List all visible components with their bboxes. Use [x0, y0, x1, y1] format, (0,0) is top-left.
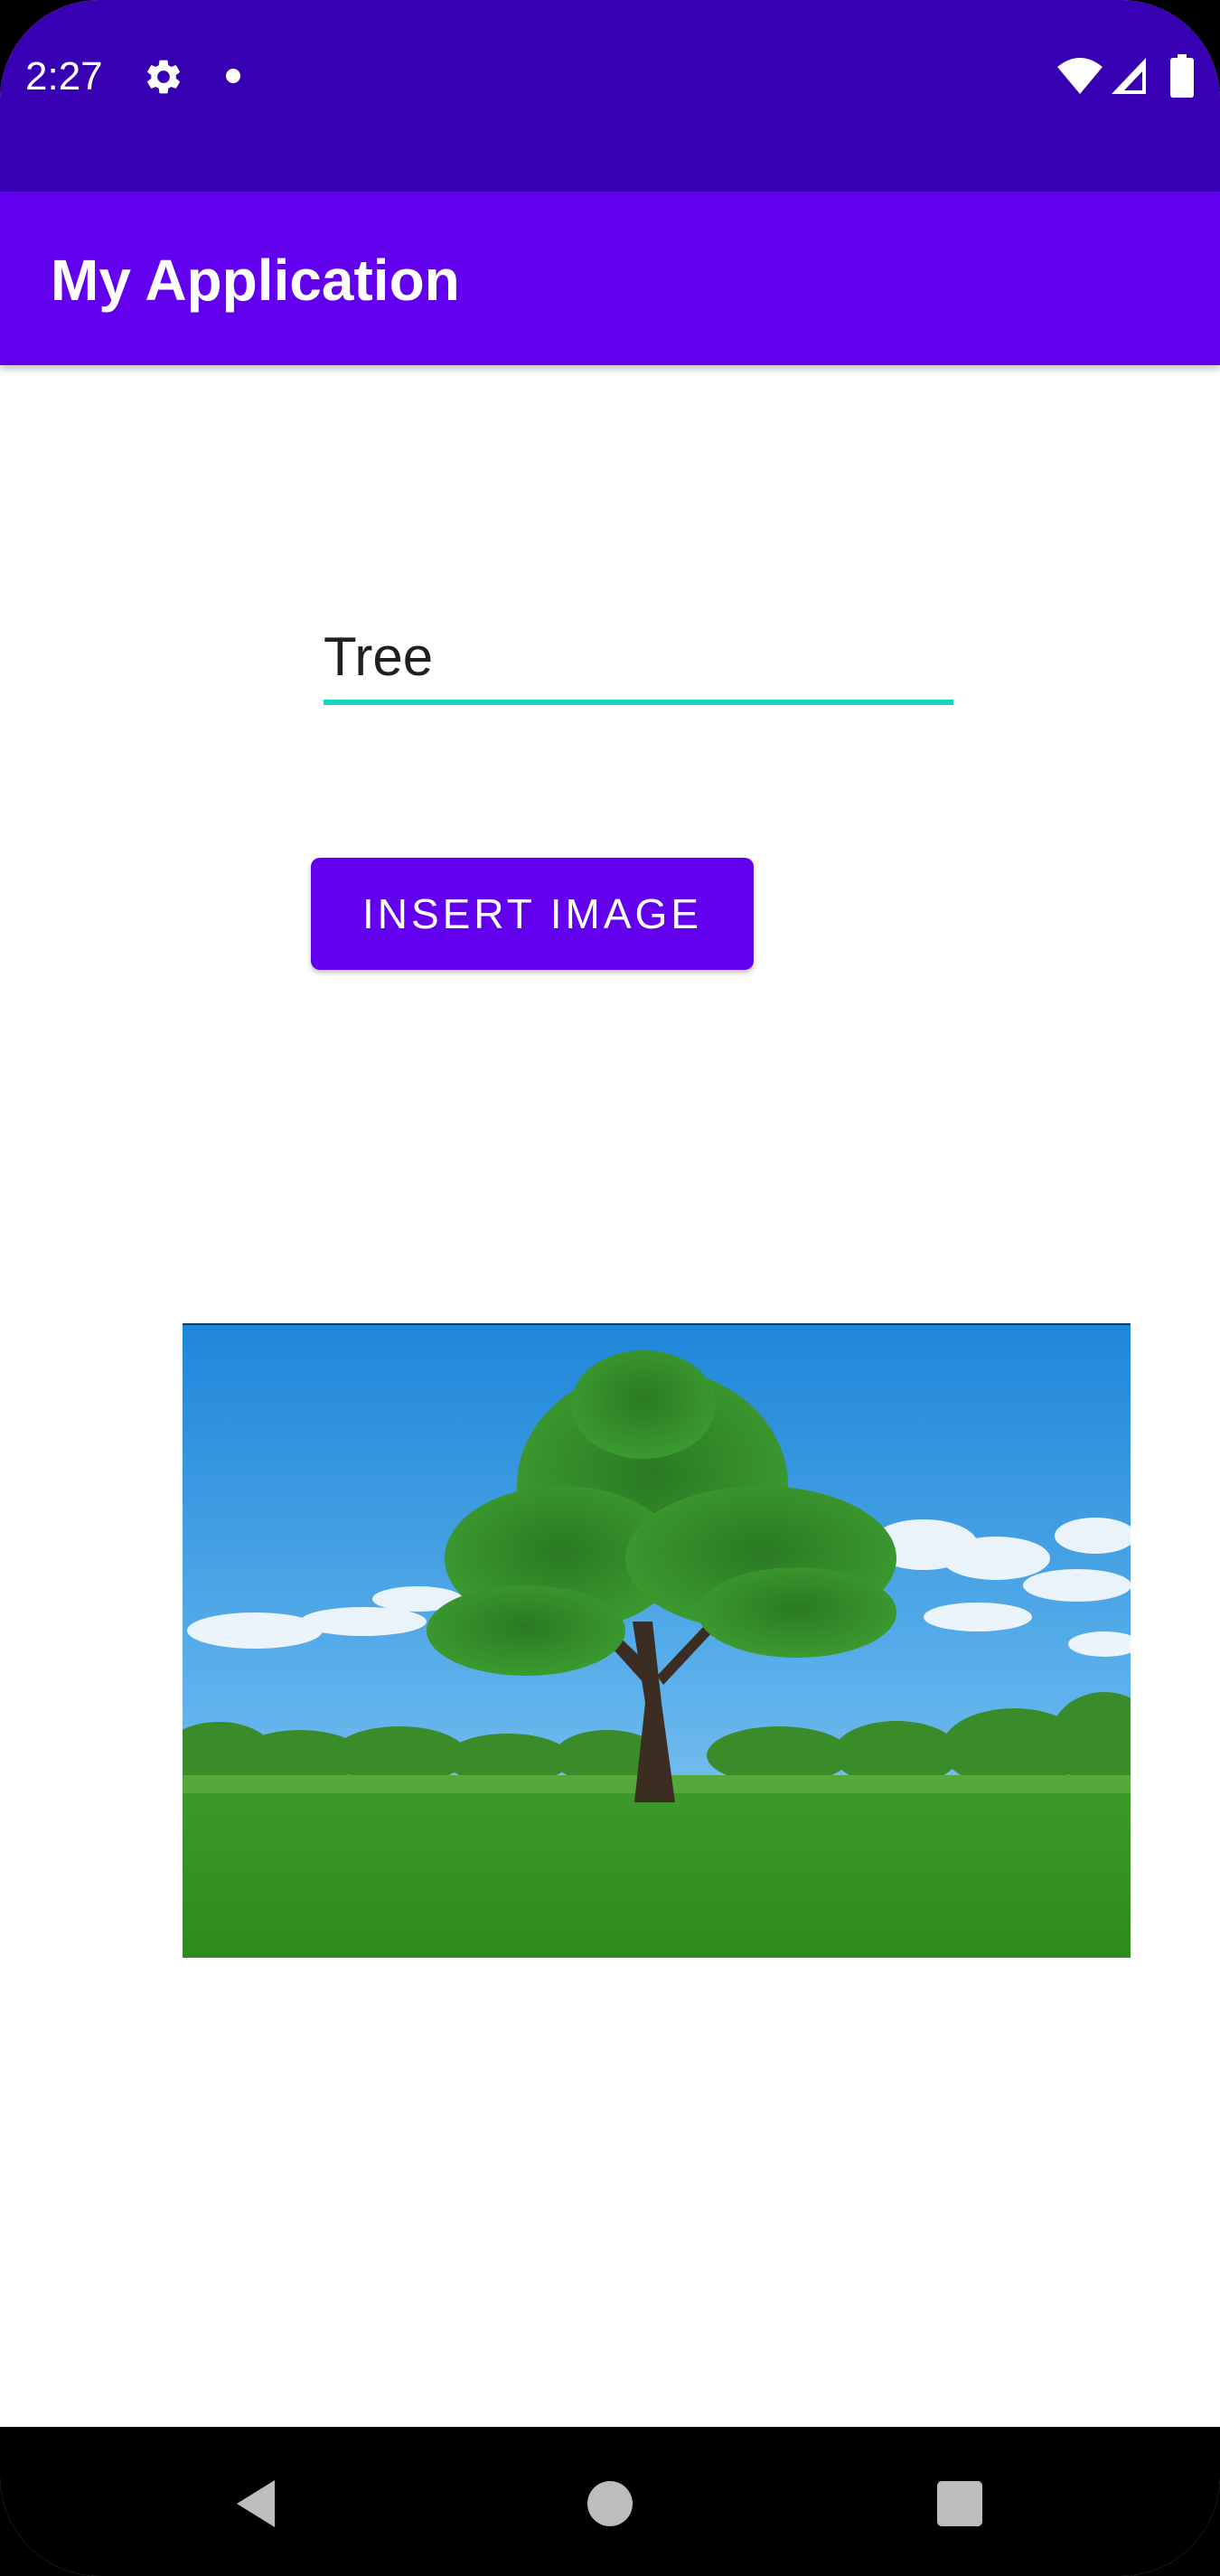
battery-icon: [1170, 54, 1194, 98]
tree-image: [183, 1323, 1131, 1958]
home-icon[interactable]: [587, 2481, 633, 2526]
recents-icon[interactable]: [937, 2481, 982, 2526]
image-name-input[interactable]: [324, 615, 953, 698]
image-name-field[interactable]: [324, 615, 953, 705]
signal-icon: [1110, 56, 1148, 96]
insert-image-button[interactable]: INSERT IMAGE: [311, 858, 754, 970]
back-icon[interactable]: [233, 2478, 278, 2529]
app-bar: My Application: [0, 192, 1220, 365]
input-underline: [324, 700, 953, 705]
notification-dot-icon: [226, 69, 240, 83]
gear-icon: [143, 56, 184, 98]
wifi-icon: [1057, 56, 1103, 96]
status-time: 2:27: [25, 54, 103, 99]
phone-screen: 2:27 My Application Tree INSERT IMAGE: [0, 0, 1220, 2576]
navigation-bar: [0, 2427, 1220, 2576]
app-title: My Application: [51, 248, 460, 313]
status-bar: 2:27: [0, 0, 1220, 192]
tree-picture: [183, 1323, 1131, 1958]
